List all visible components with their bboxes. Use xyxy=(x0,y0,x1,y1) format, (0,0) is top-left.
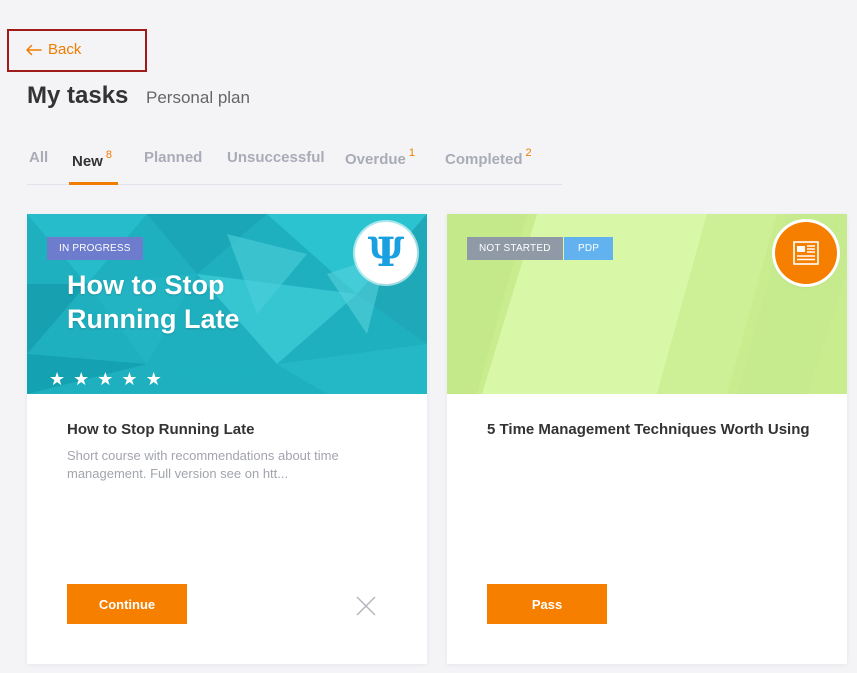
tab-overdue-label: Overdue xyxy=(345,151,406,168)
tab-all-label: All xyxy=(29,149,49,166)
card-description: Short course with recommendations about … xyxy=(67,448,339,481)
card-title[interactable]: How to Stop Running Late xyxy=(67,420,397,440)
card-cover-image[interactable]: IN PROGRESS How to Stop Running Late ★ ★… xyxy=(27,214,427,394)
card-cover-image[interactable]: NOT STARTED PDP xyxy=(447,214,847,394)
close-icon[interactable] xyxy=(355,595,377,617)
tab-completed[interactable]: Completed 2 xyxy=(445,140,532,183)
status-badge: NOT STARTED xyxy=(467,237,563,260)
continue-button[interactable]: Continue xyxy=(67,584,187,624)
tab-new-label: New xyxy=(72,153,103,170)
tab-all[interactable]: All xyxy=(29,140,48,183)
pdp-badge: PDP xyxy=(564,237,614,260)
cover-title-line1: How to Stop xyxy=(67,270,225,300)
cover-title-line2: Running Late xyxy=(67,304,240,334)
document-icon xyxy=(775,222,837,284)
star-icon: ★ xyxy=(145,369,162,389)
card-title[interactable]: 5 Time Management Techniques Worth Using xyxy=(487,420,817,440)
tabs-divider-gap xyxy=(562,184,857,185)
tab-unsuccessful[interactable]: Unsuccessful xyxy=(227,140,325,183)
task-card[interactable]: IN PROGRESS How to Stop Running Late ★ ★… xyxy=(27,214,427,664)
cover-title: How to Stop Running Late xyxy=(67,268,239,336)
status-badge: IN PROGRESS xyxy=(47,237,143,260)
star-icon: ★ xyxy=(97,369,114,389)
tab-planned[interactable]: Planned xyxy=(144,140,202,183)
pass-button[interactable]: Pass xyxy=(487,584,607,624)
back-label: Back xyxy=(48,41,82,58)
tab-completed-count: 2 xyxy=(525,147,532,159)
tab-overdue[interactable]: Overdue 1 xyxy=(345,140,415,183)
task-card[interactable]: NOT STARTED PDP 5 Time Management Techni… xyxy=(447,214,847,664)
psi-glyph: Ψ xyxy=(367,229,405,276)
task-tabs: All New 8 Planned Unsuccessful Overdue 1 C… xyxy=(27,140,857,185)
page-subtitle: Personal plan xyxy=(146,88,250,107)
star-icon: ★ xyxy=(73,369,90,389)
tab-planned-label: Planned xyxy=(144,149,203,166)
star-icon: ★ xyxy=(49,369,66,389)
rating-stars: ★ ★ ★ ★ ★ xyxy=(49,370,162,388)
page-title: My tasks xyxy=(27,82,129,109)
document-glyph xyxy=(793,241,819,265)
tab-completed-label: Completed xyxy=(445,151,523,168)
psi-icon: Ψ xyxy=(355,222,417,284)
tab-new[interactable]: New 8 xyxy=(69,140,118,185)
tab-overdue-count: 1 xyxy=(408,147,415,159)
back-link[interactable]: Back xyxy=(25,41,81,58)
tab-unsuccessful-label: Unsuccessful xyxy=(227,149,325,166)
arrow-left-icon xyxy=(26,44,42,55)
star-icon: ★ xyxy=(121,369,138,389)
tab-new-count: 8 xyxy=(105,149,112,161)
